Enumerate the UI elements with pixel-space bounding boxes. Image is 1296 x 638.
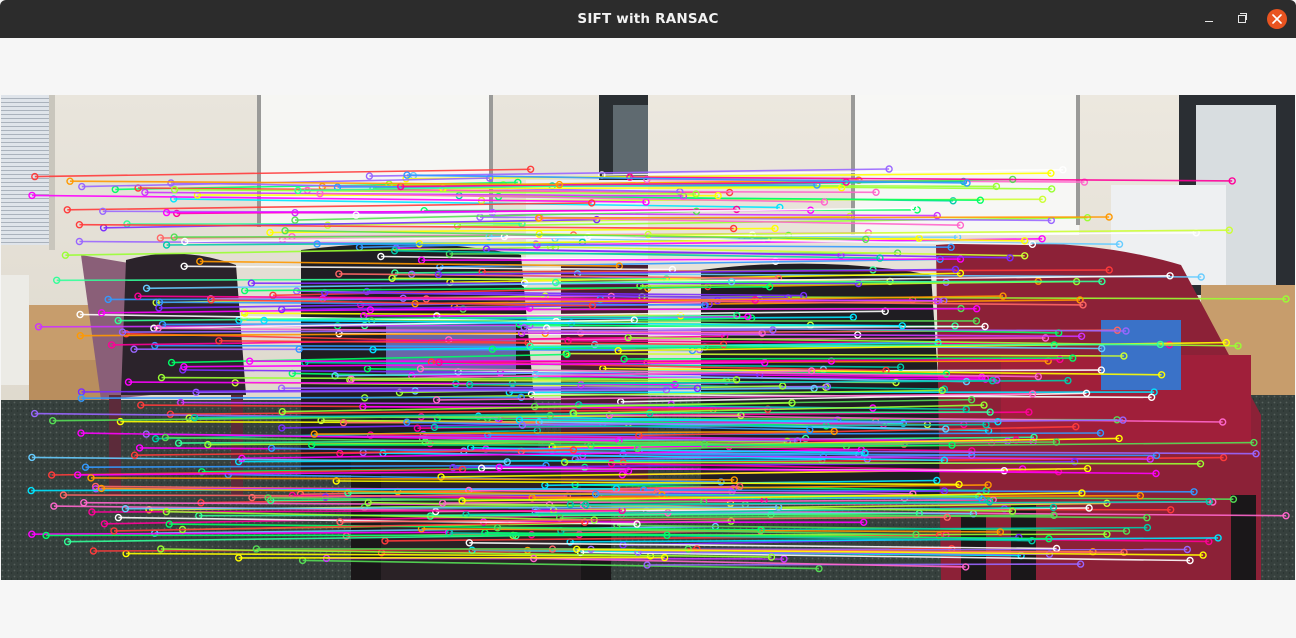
window-content	[0, 38, 1296, 638]
match-line	[370, 307, 977, 311]
maximize-button[interactable]	[1232, 9, 1252, 29]
close-button[interactable]	[1267, 9, 1287, 29]
window-title: SIFT with RANSAC	[577, 11, 719, 27]
minimize-button[interactable]	[1199, 9, 1219, 29]
match-line	[421, 258, 961, 261]
match-line	[538, 216, 1110, 219]
match-line	[624, 357, 1073, 360]
minimize-icon	[1205, 20, 1213, 22]
app-window: SIFT with RANSAC	[0, 0, 1296, 638]
close-icon	[1272, 14, 1282, 24]
title-bar[interactable]: SIFT with RANSAC	[0, 0, 1296, 38]
match-line	[81, 396, 522, 400]
match-image-canvas	[1, 95, 1295, 580]
match-line	[555, 280, 1102, 284]
match-image	[1, 95, 1295, 580]
maximize-icon	[1238, 13, 1247, 23]
